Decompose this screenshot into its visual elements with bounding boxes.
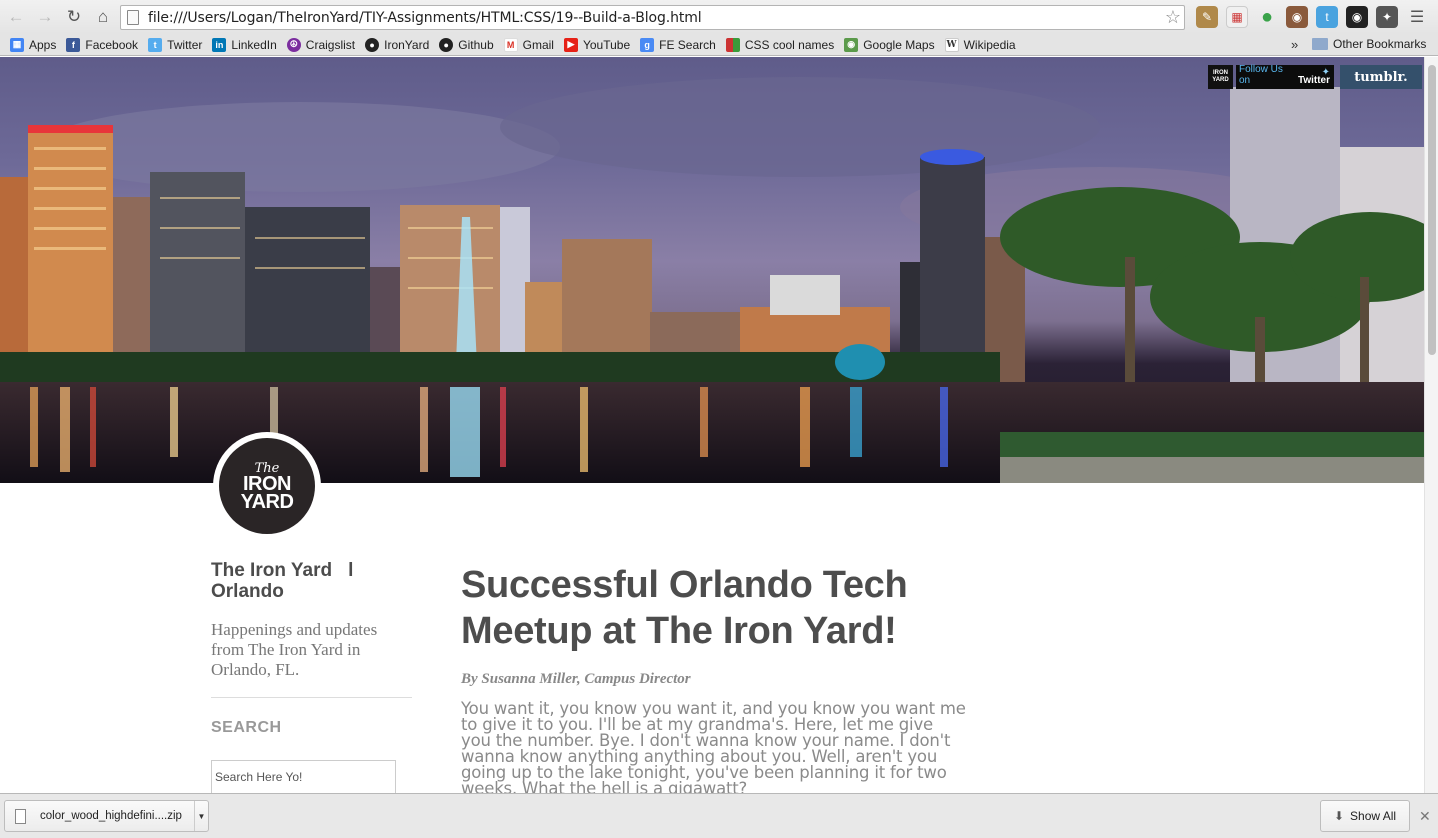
bookmark-linkedin[interactable]: in LinkedIn xyxy=(212,37,277,52)
follow-twitter-button[interactable]: Follow Us on Twitter ✦ xyxy=(1236,64,1334,89)
page-viewport: IRON YARD Follow Us on Twitter ✦ tumblr. … xyxy=(0,57,1424,793)
reload-icon[interactable]: ↻ xyxy=(61,4,87,30)
bookmark-facebook[interactable]: f Facebook xyxy=(66,37,138,52)
home-icon[interactable]: ⌂ xyxy=(90,4,116,30)
peace-icon: ☮ xyxy=(286,37,301,52)
github-icon: ● xyxy=(439,37,454,52)
post-byline: By Susanna Miller, Campus Director xyxy=(461,671,691,687)
site-tagline: Happenings and updates from The Iron Yar… xyxy=(211,620,378,679)
post-body: You want it, you know you want it, and y… xyxy=(461,699,966,793)
bookmarks-overflow-chevron[interactable]: » xyxy=(1291,37,1298,52)
hero-skyline-image: IRON YARD Follow Us on Twitter ✦ tumblr. xyxy=(0,57,1424,483)
bookmark-fe-search[interactable]: g FE Search xyxy=(640,37,716,52)
skyline-illustration xyxy=(0,77,1424,483)
bookmark-google-maps[interactable]: ◉ Google Maps xyxy=(844,37,935,52)
github-icon: ● xyxy=(365,37,380,52)
site-title[interactable]: The Iron Yard l Orlando xyxy=(211,560,411,602)
download-bar: color_wood_highdefini....zip ▼ ⬇ Show Al… xyxy=(0,793,1438,838)
bookmark-css-cool-names[interactable]: CSS cool names xyxy=(725,37,834,52)
bookmark-ironyard[interactable]: ● IronYard xyxy=(365,37,429,52)
download-item[interactable]: color_wood_highdefini....zip ▼ xyxy=(4,800,209,832)
browser-toolbar: ← → ↻ ⌂ file:///Users/Logan/TheIronYard/… xyxy=(0,0,1438,34)
calendar-icon[interactable]: ▦ xyxy=(1226,6,1248,28)
url-text[interactable]: file:///Users/Logan/TheIronYard/TIY-Assi… xyxy=(148,10,702,26)
twitter-icon: t xyxy=(148,37,163,52)
scrollbar-thumb[interactable] xyxy=(1428,65,1436,355)
eyedropper-icon[interactable]: ✎ xyxy=(1196,6,1218,28)
iron-yard-badge[interactable]: IRON YARD xyxy=(1208,65,1233,89)
youtube-icon: ▶ xyxy=(563,37,578,52)
instagram-icon[interactable]: ◉ xyxy=(1286,6,1308,28)
arrow-left-icon[interactable]: ← xyxy=(3,4,29,30)
download-arrow-icon: ⬇ xyxy=(1333,809,1345,823)
wikipedia-icon: W xyxy=(944,37,959,52)
facebook-icon: f xyxy=(66,37,81,52)
apps-grid-icon: ▦ xyxy=(10,37,24,52)
bookmark-craigslist[interactable]: ☮ Craigslist xyxy=(286,37,355,52)
bookmark-gmail[interactable]: M Gmail xyxy=(503,37,554,52)
star-icon[interactable]: ☆ xyxy=(1165,7,1181,28)
linkedin-icon: in xyxy=(212,37,227,52)
gmail-icon: M xyxy=(503,37,518,52)
address-bar[interactable]: file:///Users/Logan/TheIronYard/TIY-Assi… xyxy=(120,5,1185,30)
social-badges: IRON YARD Follow Us on Twitter ✦ tumblr. xyxy=(1208,64,1422,89)
bookmark-github[interactable]: ● Github xyxy=(439,37,494,52)
twitter-bird-icon: ✦ xyxy=(1321,67,1330,78)
owl-icon[interactable]: ◉ xyxy=(1346,6,1368,28)
post-title: Successful Orlando Tech Meetup at The Ir… xyxy=(461,564,908,652)
download-menu-caret[interactable]: ▼ xyxy=(194,801,208,831)
hamburger-menu-icon[interactable]: ☰ xyxy=(1406,6,1428,28)
folder-icon xyxy=(1312,38,1328,50)
google-plus-icon: g xyxy=(640,37,655,52)
evernote-icon[interactable]: ● xyxy=(1256,6,1278,28)
page-scrollbar[interactable] xyxy=(1424,57,1438,793)
search-input[interactable] xyxy=(211,760,396,793)
tumblr-button[interactable]: tumblr. xyxy=(1340,65,1422,89)
download-file-name: color_wood_highdefini....zip xyxy=(40,810,182,822)
bookmark-youtube[interactable]: ▶ YouTube xyxy=(563,37,630,52)
iron-yard-logo[interactable]: The IRON YARD xyxy=(213,432,321,540)
arrow-right-icon[interactable]: → xyxy=(32,4,58,30)
extension-icons: ✎ ▦ ● ◉ t ◉ ✦ ☰ xyxy=(1196,6,1428,28)
file-icon xyxy=(15,808,26,824)
twitter-extension-icon[interactable]: t xyxy=(1316,6,1338,28)
page-icon xyxy=(127,10,139,25)
sidebar-divider xyxy=(211,697,412,698)
logo-circle: The IRON YARD xyxy=(219,438,315,534)
other-bookmarks[interactable]: Other Bookmarks xyxy=(1312,37,1426,51)
bookmark-wikipedia[interactable]: W Wikipedia xyxy=(944,37,1016,52)
maps-icon: ◉ xyxy=(844,37,859,52)
color-grid-icon xyxy=(725,37,740,52)
search-heading: SEARCH xyxy=(211,719,282,736)
puzzle-icon[interactable]: ✦ xyxy=(1376,6,1398,28)
show-all-downloads-button[interactable]: ⬇ Show All xyxy=(1320,800,1410,832)
close-icon[interactable]: ✕ xyxy=(1419,808,1431,825)
bookmarks-bar: ▦ Apps f Facebook t Twitter in LinkedIn ☮ Cra… xyxy=(0,34,1438,56)
bookmark-apps[interactable]: ▦ Apps xyxy=(10,37,56,52)
bookmark-twitter[interactable]: t Twitter xyxy=(148,37,202,52)
